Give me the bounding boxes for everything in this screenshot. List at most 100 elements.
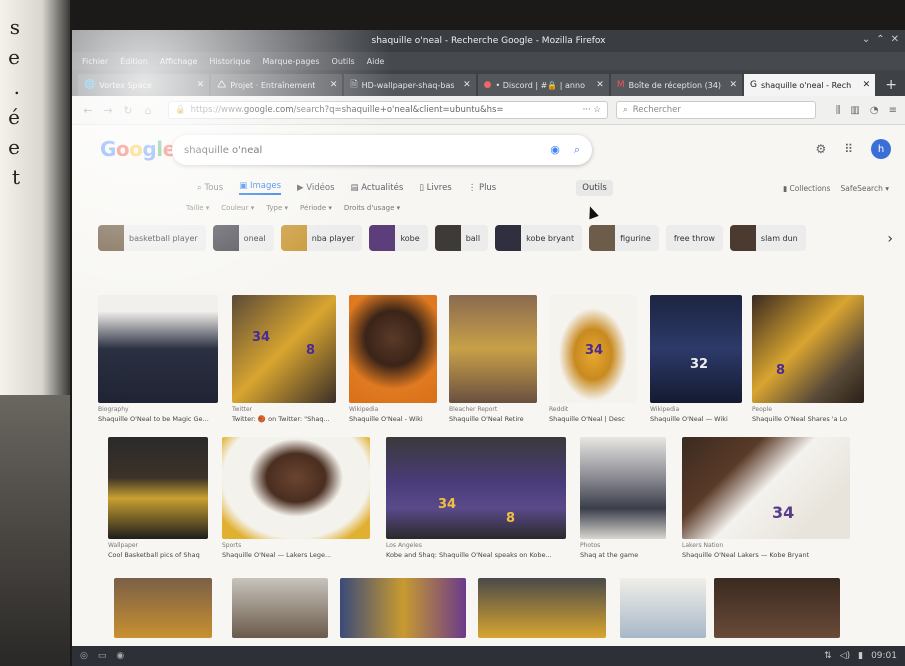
image-result[interactable]: Bleacher Report Shaquille O'Neal Retire <box>449 295 537 423</box>
menu-fichier[interactable]: Fichier <box>82 57 108 66</box>
image-result[interactable]: Photos Shaq at the game <box>580 437 666 559</box>
tab-videos[interactable]: ▶ Vidéos <box>297 183 335 193</box>
chip-kobe[interactable]: kobe <box>369 225 428 251</box>
image-result[interactable]: Wallpaper Cool Basketball pics of Shaq <box>108 437 208 559</box>
chip-slam-dunk[interactable]: slam dun <box>729 225 806 251</box>
related-search-chips: basketball player oneal nba player kobe … <box>72 221 905 255</box>
tab-close-icon[interactable]: ✕ <box>729 80 737 90</box>
hamburger-menu-icon[interactable]: ≡ <box>889 105 897 116</box>
image-result[interactable]: Biography Shaquille O'Neal to be Magic G… <box>98 295 218 423</box>
tab-plus[interactable]: ⋮ Plus <box>468 183 497 193</box>
home-icon[interactable]: ⌂ <box>140 104 156 117</box>
image-result[interactable] <box>340 578 466 638</box>
tab-images[interactable]: ▣ Images <box>239 181 282 195</box>
chip-basketball-player[interactable]: basketball player <box>98 225 206 251</box>
google-search-input[interactable]: shaquille o'neal ◉ ⌕ <box>172 135 592 165</box>
gear-icon[interactable]: ⚙ <box>815 142 826 156</box>
image-result[interactable]: Sports Shaquille O'Neal — Lakers Lege... <box>222 437 370 559</box>
window-titlebar: shaquille o'neal - Recherche Google - Mo… <box>72 30 905 52</box>
image-result[interactable] <box>478 578 606 638</box>
volume-icon[interactable]: ◁) <box>840 651 850 661</box>
apps-menu-icon[interactable]: ◎ <box>80 651 88 661</box>
image-result[interactable] <box>114 578 212 638</box>
browser-tab-active[interactable]: Gshaquille o'neal - Rech ✕ <box>744 74 876 96</box>
toolbar-right: ⫼ ▥ ◔ ≡ <box>836 105 897 116</box>
files-icon[interactable]: ▭ <box>98 651 107 661</box>
close-icon[interactable]: ✕ <box>891 34 899 45</box>
safesearch-button[interactable]: SafeSearch ▾ <box>840 184 889 193</box>
tab-favicon-icon: 🛆 <box>217 80 227 90</box>
tab-close-icon[interactable]: ✕ <box>596 80 604 90</box>
battery-icon[interactable]: ▮ <box>858 651 863 661</box>
browser-search-input[interactable]: ⌕ Rechercher <box>616 101 816 119</box>
camera-icon[interactable]: ◉ <box>550 143 560 157</box>
chevron-right-icon[interactable]: › <box>887 231 893 247</box>
new-tab-icon[interactable]: + <box>877 77 905 96</box>
chip-free-throw[interactable]: free throw <box>665 225 723 251</box>
firefox-icon[interactable]: ◉ <box>116 651 124 661</box>
tab-close-icon[interactable]: ✕ <box>463 80 471 90</box>
google-logo[interactable]: Google <box>100 137 176 161</box>
extension-icon[interactable]: ◔ <box>870 105 879 116</box>
collections-link[interactable]: ▮ Collections <box>783 184 831 193</box>
tab-close-icon[interactable]: ✕ <box>330 80 338 90</box>
image-result[interactable]: 34 8 Los Angeles Kobe and Shaq: Shaquill… <box>386 437 566 559</box>
browser-tab[interactable]: 🛆 Projet · Entraînement ✕ <box>211 74 343 96</box>
tab-actualites[interactable]: ▤ Actualités <box>351 183 404 193</box>
menu-historique[interactable]: Historique <box>209 57 250 66</box>
tab-tous[interactable]: ⌕ Tous <box>197 183 223 193</box>
filter-taille[interactable]: Taille ▾ <box>186 204 209 212</box>
browser-tab[interactable]: ● • Discord | #🔒 | anno ✕ <box>477 74 609 96</box>
image-result[interactable]: 34 Reddit Shaquille O'Neal | Desc <box>549 295 637 423</box>
menu-outils[interactable]: Outils <box>332 57 355 66</box>
chip-nba-player[interactable]: nba player <box>280 225 363 251</box>
browser-tab[interactable]: 🗎HD-wallpaper-shaq-basket✕ <box>344 74 476 96</box>
image-icon: ▣ <box>239 181 250 191</box>
outils-button[interactable]: Outils <box>576 180 613 196</box>
chip-figurine[interactable]: figurine <box>589 225 659 251</box>
image-result[interactable]: Wikipedia Shaquille O'Neal - Wiki <box>349 295 437 423</box>
forward-icon[interactable]: → <box>100 104 116 117</box>
tab-livres[interactable]: ▯ Livres <box>419 183 451 193</box>
library-icon[interactable]: ⫼ <box>836 105 841 116</box>
filter-periode[interactable]: Période ▾ <box>300 204 332 212</box>
chip-kobe-bryant[interactable]: kobe bryant <box>495 225 583 251</box>
monitor-screen: shaquille o'neal - Recherche Google - Mo… <box>72 30 905 666</box>
apps-grid-icon[interactable]: ⠿ <box>844 142 853 156</box>
avatar[interactable]: h <box>871 139 891 159</box>
image-result[interactable] <box>714 578 840 638</box>
chip-thumbnail <box>98 225 124 251</box>
jersey-number: 8 <box>506 511 516 526</box>
url-actions[interactable]: ··· ☆ <box>583 105 607 115</box>
tab-close-icon[interactable]: ✕ <box>197 80 205 90</box>
image-result[interactable] <box>232 578 328 638</box>
image-result[interactable] <box>620 578 706 638</box>
back-icon[interactable]: ← <box>80 104 96 117</box>
result-image <box>714 578 840 638</box>
browser-tab[interactable]: 🌐 Vortex Space ✕ <box>78 74 210 96</box>
jersey-number: 32 <box>690 357 709 372</box>
menu-edition[interactable]: Édition <box>120 57 148 66</box>
image-result[interactable]: 8 People Shaquille O'Neal Shares 'a Lo <box>752 295 864 423</box>
filter-type[interactable]: Type ▾ <box>266 204 288 212</box>
maximize-icon[interactable]: ⌃ <box>876 34 884 45</box>
reload-icon[interactable]: ↻ <box>120 104 136 117</box>
url-bar[interactable]: 🔒 https://www. google.com/search?q=shaqui… <box>168 101 608 119</box>
minimize-icon[interactable]: ⌄ <box>862 34 870 45</box>
result-image <box>98 295 218 403</box>
image-result[interactable]: 34 8 Twitter Twitter: 🏀 on Twitter: "Sha… <box>232 295 336 423</box>
filter-droits[interactable]: Droits d'usage ▾ <box>344 204 400 212</box>
sidebar-icon[interactable]: ▥ <box>850 105 859 116</box>
menu-affichage[interactable]: Affichage <box>160 57 198 66</box>
filter-couleur[interactable]: Couleur ▾ <box>221 204 254 212</box>
menu-aide[interactable]: Aide <box>367 57 385 66</box>
image-result[interactable]: 32 Wikipedia Shaquille O'Neal — Wiki <box>650 295 742 423</box>
chip-ball[interactable]: ball <box>434 225 489 251</box>
search-icon[interactable]: ⌕ <box>574 143 580 157</box>
image-result[interactable]: 34 Lakers Nation Shaquille O'Neal Lakers… <box>682 437 850 559</box>
menu-marque-pages[interactable]: Marque-pages <box>262 57 319 66</box>
tab-close-icon[interactable]: ✕ <box>863 80 871 90</box>
network-icon[interactable]: ⇅ <box>824 651 832 661</box>
chip-oneal[interactable]: oneal <box>212 225 274 251</box>
browser-tab[interactable]: M Boîte de réception (34) ✕ <box>610 74 743 96</box>
